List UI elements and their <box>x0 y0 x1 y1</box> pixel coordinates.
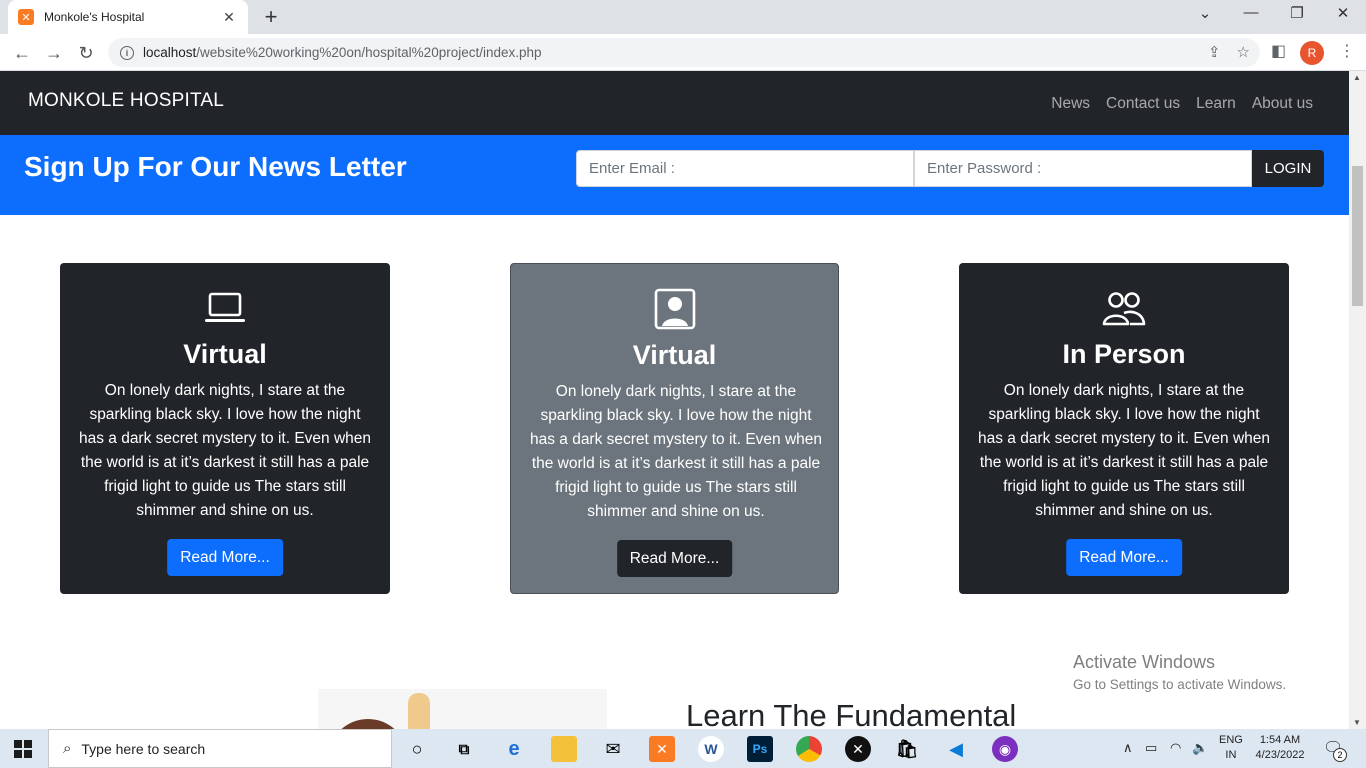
region-code: IN <box>1225 749 1237 761</box>
side-panel-icon[interactable]: ◧ <box>1271 41 1286 61</box>
service-card-in-person: In Person On lonely dark nights, I stare… <box>959 263 1289 594</box>
page-viewport: MONKOLE HOSPITAL News Contact us Learn A… <box>0 71 1349 729</box>
card-title: In Person <box>1062 339 1186 369</box>
site-info-icon[interactable]: i <box>120 45 134 60</box>
learn-image <box>318 689 607 729</box>
newsletter-banner: Sign Up For Our News Letter LOGIN <box>0 135 1349 215</box>
vscode-icon[interactable]: ◀ <box>943 736 969 762</box>
site-brand[interactable]: MONKOLE HOSPITAL <box>28 90 224 112</box>
word-icon[interactable]: W <box>698 736 724 762</box>
xampp-icon: ✕ <box>18 9 34 25</box>
card-title: Virtual <box>183 339 267 369</box>
site-navbar: MONKOLE HOSPITAL News Contact us Learn A… <box>0 71 1349 135</box>
taskbar-search[interactable]: ⌕ Type here to search <box>48 729 392 768</box>
chrome-icon[interactable] <box>796 736 822 762</box>
scroll-up-arrow-icon[interactable]: ▲ <box>1353 73 1361 82</box>
laptop-icon <box>60 291 390 325</box>
wifi-icon[interactable]: ◠ <box>1170 740 1181 756</box>
language-indicator[interactable]: ENG IN <box>1219 733 1243 763</box>
xbox-icon[interactable]: ✕ <box>845 736 871 762</box>
close-tab-icon[interactable]: ✕ <box>220 9 238 26</box>
watermark-title: Activate Windows <box>1073 652 1216 672</box>
card-text: On lonely dark nights, I stare at the sp… <box>977 382 1271 519</box>
cortana-icon[interactable]: ○ <box>404 736 430 762</box>
tab-search-icon[interactable]: ⌄ <box>1182 4 1228 22</box>
volume-icon[interactable]: 🔈 <box>1192 740 1208 756</box>
nav-link-contact[interactable]: Contact us <box>1106 95 1180 113</box>
maximize-button[interactable]: ❐ <box>1274 4 1320 22</box>
url-path: /website%20working%20on/hospital%20proje… <box>196 45 542 60</box>
task-view-icon[interactable]: ⧉ <box>451 736 477 762</box>
learn-heading: Learn The Fundamental <box>686 698 1017 729</box>
card-text: On lonely dark nights, I stare at the sp… <box>529 383 823 520</box>
windows-start-icon[interactable] <box>14 740 32 758</box>
nav-link-news[interactable]: News <box>1051 95 1090 113</box>
search-icon: ⌕ <box>63 740 72 757</box>
notification-badge: 2 <box>1333 748 1347 762</box>
card-title: Virtual <box>632 340 717 370</box>
service-card-virtual-2: Virtual On lonely dark nights, I stare a… <box>510 263 839 594</box>
back-icon[interactable]: ← <box>10 41 34 65</box>
read-more-button[interactable]: Read More... <box>167 539 283 576</box>
email-field[interactable] <box>576 150 914 187</box>
bookmark-star-icon[interactable]: ☆ <box>1237 43 1250 61</box>
share-icon[interactable]: ⇪ <box>1208 43 1221 61</box>
browser-toolbar: ← → ↻ i localhost /website%20working%20o… <box>0 34 1366 71</box>
read-more-button[interactable]: Read More... <box>1066 539 1182 576</box>
service-card-virtual: Virtual On lonely dark nights, I stare a… <box>60 263 390 594</box>
mail-icon[interactable]: ✉ <box>600 736 626 762</box>
password-field[interactable] <box>914 150 1252 187</box>
forward-icon[interactable]: → <box>42 41 66 65</box>
store-icon[interactable]: 🛍 <box>894 736 920 762</box>
activate-windows-watermark: Activate Windows Go to Settings to activ… <box>1073 652 1286 692</box>
show-hidden-icons-icon[interactable]: ∧ <box>1123 740 1133 756</box>
xampp-taskbar-icon[interactable]: ✕ <box>649 736 675 762</box>
battery-icon[interactable]: ▭ <box>1145 740 1157 756</box>
login-button[interactable]: LOGIN <box>1252 150 1324 187</box>
photoshop-icon[interactable]: Ps <box>747 736 773 762</box>
profile-avatar[interactable]: R <box>1300 41 1324 65</box>
edge-icon[interactable]: e <box>501 736 527 762</box>
github-icon[interactable]: ◉ <box>992 736 1018 762</box>
minimize-button[interactable]: — <box>1228 4 1274 21</box>
file-explorer-icon[interactable] <box>551 736 577 762</box>
nav-link-about[interactable]: About us <box>1252 95 1313 113</box>
url-host: localhost <box>143 45 197 60</box>
reload-icon[interactable]: ↻ <box>74 41 98 65</box>
nav-links: News Contact us Learn About us <box>1051 95 1313 113</box>
browser-tab-bar: ✕ Monkole's Hospital ✕ + ⌄ — ❐ ✕ <box>0 0 1366 34</box>
tab-title: Monkole's Hospital <box>44 10 145 24</box>
chrome-menu-icon[interactable]: ⋮ <box>1339 41 1355 61</box>
person-square-icon <box>511 288 838 330</box>
language-code: ENG <box>1219 734 1243 746</box>
page-scrollbar[interactable]: ▲ ▼ <box>1349 71 1366 729</box>
new-tab-button[interactable]: + <box>258 4 284 30</box>
taskbar-search-text: Type here to search <box>81 740 206 757</box>
nav-link-learn[interactable]: Learn <box>1196 95 1236 113</box>
scroll-down-arrow-icon[interactable]: ▼ <box>1353 718 1361 727</box>
clock-date: 4/23/2022 <box>1255 749 1305 761</box>
clock-time: 1:54 AM <box>1259 734 1301 746</box>
login-form: LOGIN <box>576 150 1324 187</box>
scroll-thumb[interactable] <box>1352 166 1363 306</box>
newsletter-title: Sign Up For Our News Letter <box>24 151 407 182</box>
address-bar[interactable]: i localhost /website%20working%20on/hosp… <box>108 38 1260 67</box>
windows-taskbar: ⌕ Type here to search ○ ⧉ e ✉ ✕ W Ps ✕ 🛍… <box>0 729 1366 768</box>
people-icon <box>959 291 1289 327</box>
read-more-button[interactable]: Read More... <box>616 540 733 577</box>
card-text: On lonely dark nights, I stare at the sp… <box>78 382 372 519</box>
browser-tab[interactable]: ✕ Monkole's Hospital ✕ <box>8 0 248 34</box>
close-window-button[interactable]: ✕ <box>1320 4 1366 22</box>
watermark-subtitle: Go to Settings to activate Windows. <box>1073 677 1287 692</box>
taskbar-clock[interactable]: 1:54 AM 4/23/2022 <box>1255 733 1305 763</box>
